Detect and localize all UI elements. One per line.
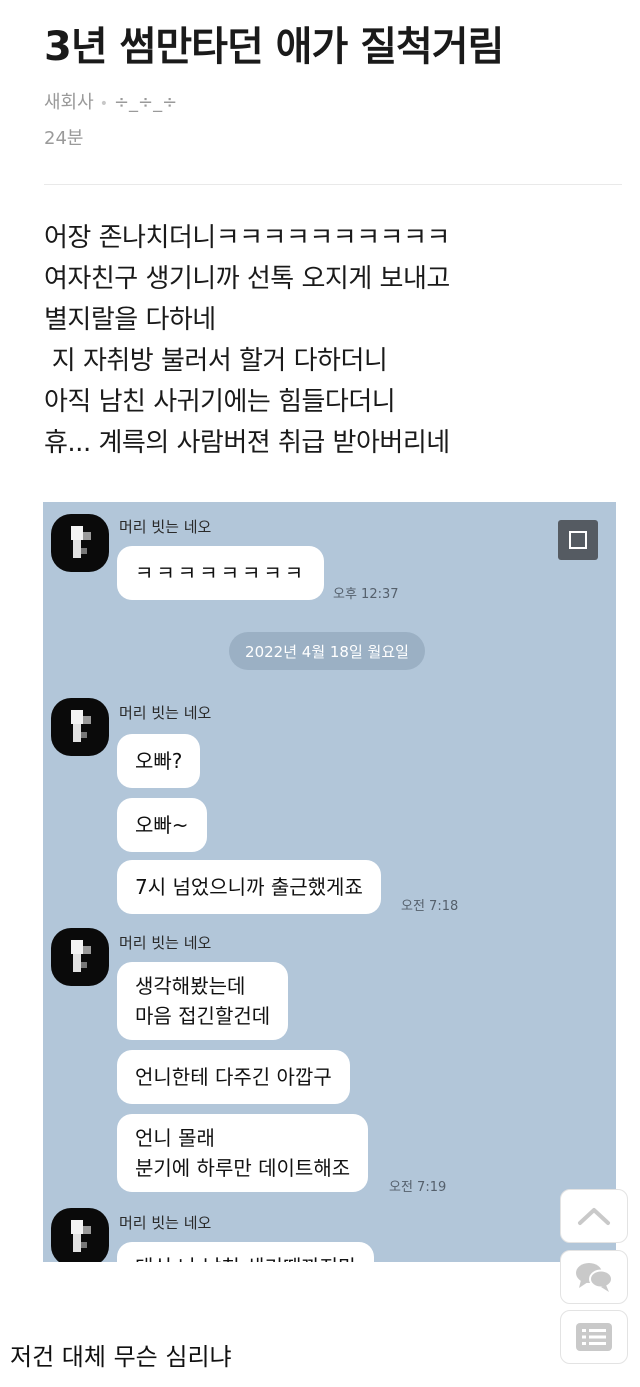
separator-dot: • [99,96,108,112]
chat-bubble: 생각해봤는데 마음 접긴할건데 [117,962,289,1040]
avatar[interactable] [51,1208,109,1262]
scroll-top-button[interactable] [560,1189,628,1243]
body-line: 여자친구 생기니까 선톡 오지게 보내고 [44,264,450,294]
body-line: 아직 남친 사귀기에는 힘들다더니 [44,387,396,417]
post-time: 24분 [44,128,84,149]
sender-name: 머리 빗는 네오 [119,704,212,722]
chat-bubble: 대신 나 남친 생기때까지만 [117,1242,375,1262]
bubble-line: 분기에 하루만 데이트해조 [135,1156,351,1180]
category-label[interactable]: 새회사 [44,92,94,113]
post-body: 어장 존나치더니ㅋㅋㅋㅋㅋㅋㅋㅋㅋㅋ 여자친구 생기니까 선톡 오지게 보내고 … [44,218,450,464]
chat-bubble: 언니한테 다주긴 아깝구 [117,1050,350,1104]
body-line: 휴... 계륵의 사람버젼 취급 받아버리네 [44,428,450,458]
avatar[interactable] [51,928,109,986]
chevron-up-icon [578,1208,610,1225]
message-time: 오전 7:18 [401,899,459,914]
chat-bubble: 오빠~ [117,798,207,852]
sender-name: 머리 빗는 네오 [119,1214,212,1232]
chat-bubble: 7시 넘었으니까 출근했게죠 [117,860,381,914]
page-title: 3년 썸만타던 애가 질척거림 [44,24,504,70]
chat-bubble: ㅋㅋㅋㅋㅋㅋㅋㅋ [117,546,325,600]
sender-name: 머리 빗는 네오 [119,934,212,952]
sender-name: 머리 빗는 네오 [119,518,212,536]
bubble-line: 언니 몰래 [135,1126,215,1150]
comment-text: 저건 대체 무슨 심리냐 [10,1343,232,1371]
expand-icon[interactable] [558,520,598,560]
message-time: 오전 7:19 [389,1180,447,1195]
avatar[interactable] [51,514,109,572]
bubble-line: 마음 접긴할건데 [135,1004,271,1028]
comments-button[interactable] [560,1250,628,1304]
chat-bubbles-icon [576,1263,613,1292]
chat-screenshot: 머리 빗는 네오 ㅋㅋㅋㅋㅋㅋㅋㅋ 오후 12:37 2022년 4월 18일 … [43,502,616,1262]
chat-bubble: 오빠? [117,734,201,788]
body-line: 어장 존나치더니ㅋㅋㅋㅋㅋㅋㅋㅋㅋㅋ [44,223,450,253]
body-line: 별지랄을 다하네 [44,305,216,335]
date-divider: 2022년 4월 18일 월요일 [229,632,425,670]
author-name[interactable]: ÷_÷_÷ [114,92,177,113]
avatar[interactable] [51,698,109,756]
chat-bubble: 언니 몰래 분기에 하루만 데이트해조 [117,1114,369,1192]
list-button[interactable] [560,1310,628,1364]
bubble-line: 생각해봤는데 [135,974,246,998]
divider [44,184,622,185]
post-meta: 새회사 • ÷_÷_÷ [44,88,177,114]
body-line: 지 자취방 불러서 할거 다하더니 [44,346,388,376]
list-icon [576,1323,612,1351]
message-time: 오후 12:37 [333,587,399,602]
